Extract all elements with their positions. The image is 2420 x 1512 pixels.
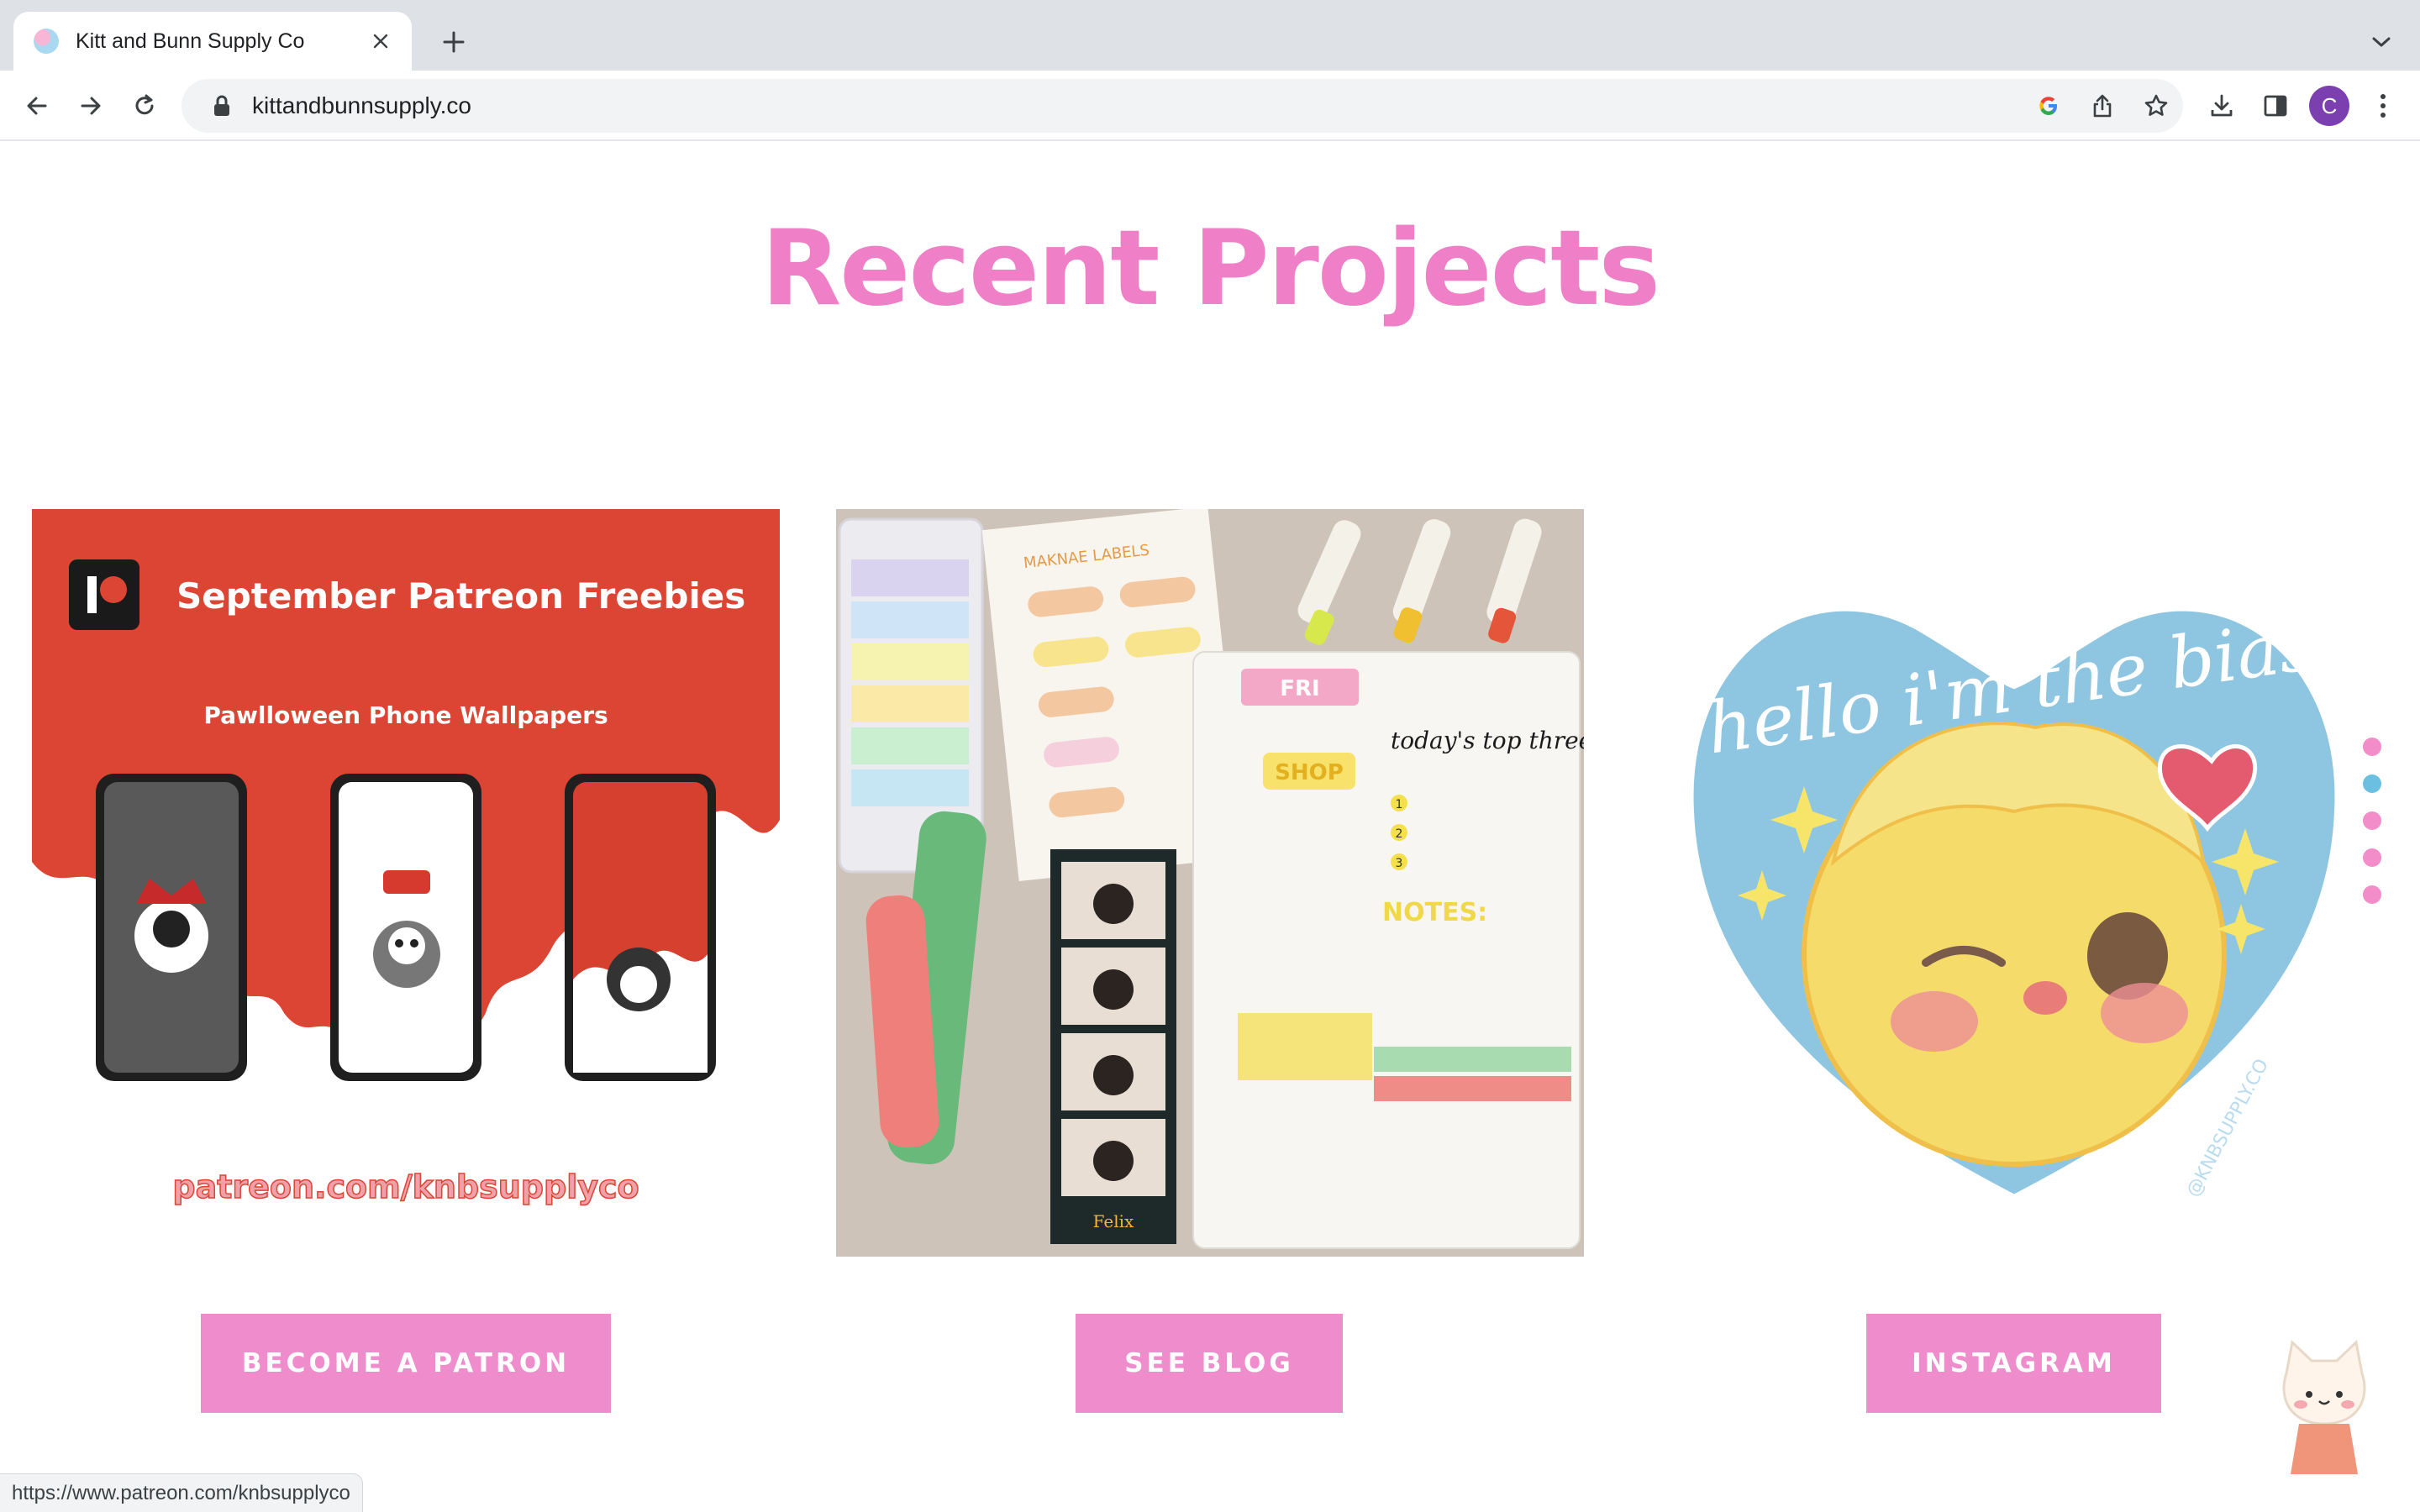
journal-photo-card[interactable]: MAKNAE LABELS FRI SHOP today's top three… [836, 509, 1584, 1257]
journal-day-label: FRI [1280, 676, 1319, 701]
new-tab-button[interactable] [435, 24, 472, 60]
tab-strip: Kitt and Bunn Supply Co [0, 0, 2420, 71]
tab-title: Kitt and Bunn Supply Co [76, 29, 305, 53]
become-patron-button[interactable]: BECOME A PATRON [201, 1314, 611, 1413]
share-icon[interactable] [2082, 86, 2123, 126]
patreon-card-image[interactable]: September Patreon Freebies Pawlloween Ph… [32, 509, 780, 1257]
carousel-dot[interactable] [2363, 885, 2381, 904]
bookmark-star-icon[interactable] [2136, 86, 2176, 126]
svg-text:3: 3 [1396, 857, 1403, 870]
photo-strip-caption: Felix [1093, 1211, 1134, 1231]
banner-subtitle: Pawlloween Phone Wallpapers [203, 701, 608, 729]
see-blog-button[interactable]: SEE BLOG [1076, 1314, 1343, 1413]
url-text: kittandbunnsupply.co [252, 92, 471, 118]
journal-heading: today's top three [1391, 727, 1584, 754]
google-icon[interactable] [2028, 86, 2069, 126]
download-icon[interactable] [2202, 86, 2242, 126]
status-bar-url: https://www.patreon.com/knbsupplyco [0, 1473, 363, 1512]
patreon-banner: September Patreon Freebies Pawlloween Ph… [32, 509, 780, 1206]
instagram-button[interactable]: INSTAGRAM [1866, 1314, 2161, 1413]
section-heading: Recent Projects [760, 208, 1660, 329]
browser-toolbar: kittandbunnsupply.co C [0, 71, 2420, 141]
address-bar[interactable]: kittandbunnsupply.co [182, 79, 2183, 133]
forward-button[interactable] [71, 86, 111, 126]
banner-link: patreon.com/knbsupplyco [172, 1168, 639, 1205]
carousel-dots [2363, 738, 2385, 922]
svg-text:1: 1 [1396, 798, 1403, 811]
carousel-dot[interactable] [2363, 738, 2381, 756]
phone-wallpaper-dark [96, 774, 247, 1081]
phone-wallpaper-white [330, 774, 481, 1081]
side-panel-icon[interactable] [2255, 86, 2296, 126]
menu-kebab-icon[interactable] [2363, 86, 2403, 126]
site-favicon-icon [34, 29, 59, 54]
tab-search-chevron-icon[interactable] [2365, 25, 2398, 59]
carousel-dot-active[interactable] [2363, 774, 2381, 793]
bias-sticker: hello i'm the bias @KNBSUPPLY.CO [1686, 603, 2342, 1202]
carousel-dot[interactable] [2363, 848, 2381, 867]
bias-sticker-card[interactable]: hello i'm the bias @KNBSUPPLY.CO [1640, 509, 2388, 1257]
lock-icon[interactable] [207, 91, 237, 121]
banner-title: September Patreon Freebies [176, 575, 745, 617]
journal-photo: MAKNAE LABELS FRI SHOP today's top three… [836, 509, 1584, 1257]
profile-avatar[interactable]: C [2309, 86, 2349, 126]
svg-text:2: 2 [1396, 827, 1403, 841]
back-button[interactable] [17, 86, 57, 126]
carousel-dot[interactable] [2363, 811, 2381, 830]
reload-button[interactable] [124, 86, 165, 126]
journal-shop-label: SHOP [1275, 760, 1344, 785]
cat-mascot-icon[interactable] [2274, 1336, 2375, 1483]
journal-notes-label: NOTES: [1382, 898, 1487, 927]
phone-wallpaper-red [565, 774, 716, 1081]
close-tab-icon[interactable] [366, 27, 395, 55]
browser-tab[interactable]: Kitt and Bunn Supply Co [13, 12, 412, 71]
page-content: Recent Projects September Patreon Freebi… [0, 143, 2420, 1512]
